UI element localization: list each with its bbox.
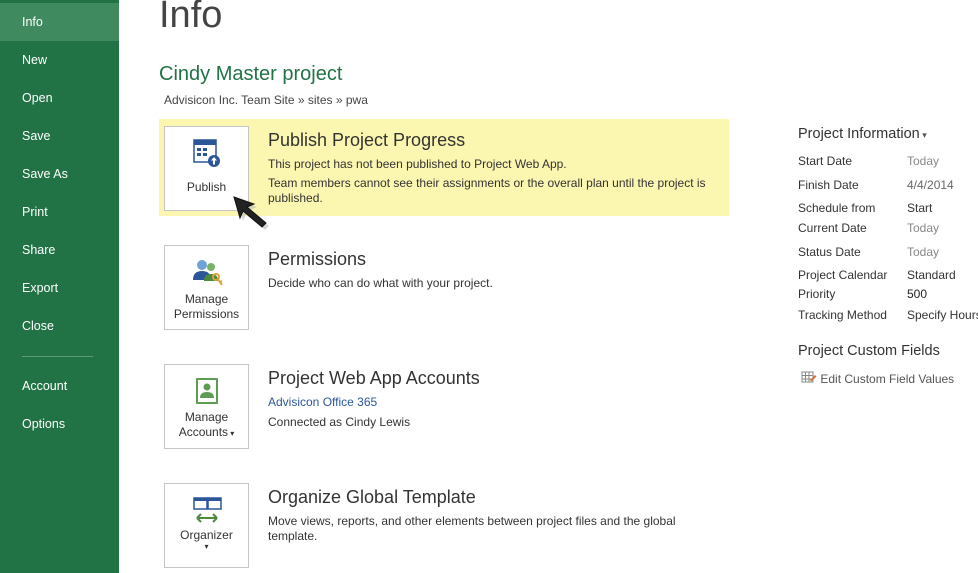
info-row-start-date: Start Date Today: [798, 154, 940, 168]
manage-accounts-button[interactable]: Manage Accounts ▾: [164, 364, 249, 449]
backstage-sidebar: Info New Open Save Save As Print Share E…: [0, 0, 119, 573]
organizer-title: Organize Global Template: [268, 487, 476, 507]
publish-text-2: Team members cannot see their assignment…: [268, 176, 706, 205]
nav-item-account[interactable]: Account: [0, 367, 119, 405]
project-information-header[interactable]: Project Information ▾: [798, 126, 927, 142]
manage-accounts-label-2: Accounts ▾: [178, 425, 235, 439]
manage-accounts-label-1: Manage: [184, 410, 229, 424]
accounts-title: Project Web App Accounts: [268, 368, 480, 388]
info-row-current-date: Current Date Today: [798, 221, 940, 235]
organizer-icon: [193, 497, 222, 523]
page-title: Info: [159, 0, 223, 36]
office365-link[interactable]: Advisicon Office 365: [268, 395, 377, 409]
manage-permissions-label-1: Manage: [184, 292, 229, 306]
nav-item-close[interactable]: Close: [0, 307, 119, 345]
nav-item-save[interactable]: Save: [0, 117, 119, 155]
publish-title: Publish Project Progress: [268, 130, 466, 150]
nav-item-share[interactable]: Share: [0, 231, 119, 269]
organizer-label: Organizer: [180, 528, 233, 542]
info-row-priority: Priority 500: [798, 287, 928, 301]
custom-fields-header: Project Custom Fields: [798, 343, 940, 359]
manage-permissions-label-2: Permissions: [173, 307, 240, 321]
info-row-status-date: Status Date Today: [798, 245, 940, 259]
project-name: Cindy Master project: [159, 63, 343, 85]
table-edit-icon: [801, 371, 817, 383]
dropdown-arrow-icon: ▾: [228, 429, 235, 438]
nav-item-new[interactable]: New: [0, 41, 119, 79]
nav-item-info[interactable]: Info: [0, 3, 119, 41]
dropdown-arrow-icon: ▾: [919, 130, 927, 140]
account-card-icon: [196, 378, 218, 404]
nav-item-export[interactable]: Export: [0, 269, 119, 307]
edit-custom-fields-link[interactable]: Edit Custom Field Values: [801, 371, 954, 386]
organizer-text: Move views, reports, and other elements …: [268, 514, 676, 543]
dropdown-arrow-icon: ▾: [204, 542, 209, 551]
nav-item-options[interactable]: Options: [0, 405, 119, 443]
publish-text-1: This project has not been published to P…: [268, 157, 567, 171]
manage-permissions-button[interactable]: Manage Permissions: [164, 245, 249, 330]
organizer-button[interactable]: Organizer ▾: [164, 483, 249, 568]
permissions-text: Decide who can do what with your project…: [268, 276, 493, 290]
info-row-schedule-from: Schedule from Start: [798, 201, 933, 215]
people-key-icon: [193, 260, 223, 286]
permissions-title: Permissions: [268, 249, 367, 269]
publish-icon: [193, 139, 220, 167]
info-row-finish-date: Finish Date 4/4/2014: [798, 178, 954, 192]
breadcrumb: Advisicon Inc. Team Site » sites » pwa: [164, 93, 368, 107]
info-row-project-calendar: Project Calendar Standard: [798, 268, 956, 282]
accounts-connected-text: Connected as Cindy Lewis: [268, 415, 411, 429]
nav-item-save-as[interactable]: Save As: [0, 155, 119, 193]
sidebar-divider: [22, 356, 93, 357]
nav-item-print[interactable]: Print: [0, 193, 119, 231]
info-row-tracking-method: Tracking Method Specify Hours: [798, 308, 978, 322]
nav-item-open[interactable]: Open: [0, 79, 119, 117]
